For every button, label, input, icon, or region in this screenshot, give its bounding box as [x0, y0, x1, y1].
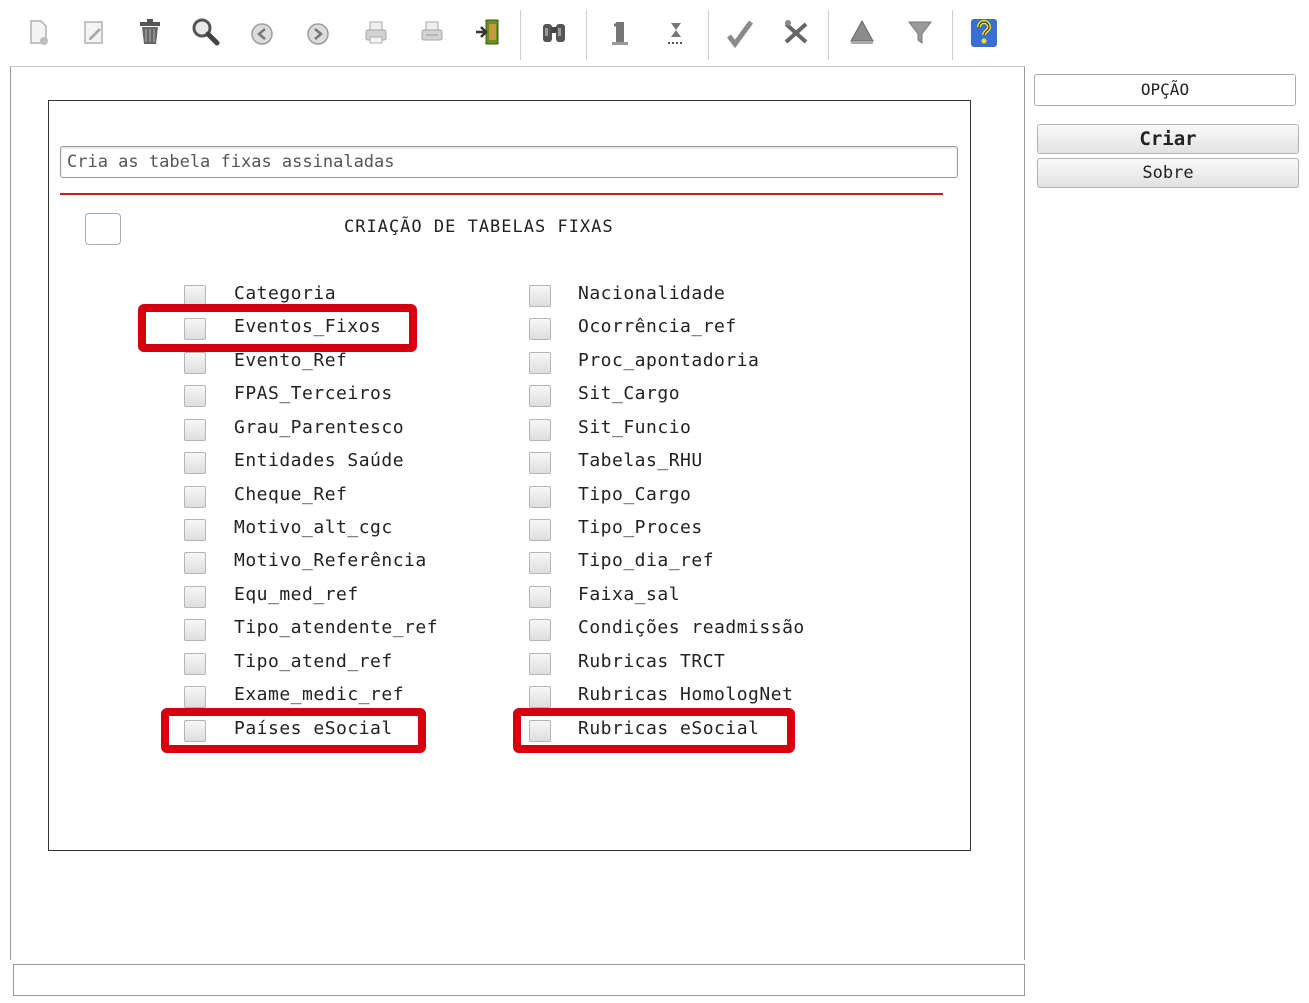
label-rubricas-homolognet: Rubricas HomologNet [578, 684, 794, 705]
label-evento-ref: Evento_Ref [234, 350, 348, 371]
new-doc-icon[interactable] [20, 14, 56, 50]
checkbox-tipo-dia-ref[interactable] [529, 552, 551, 574]
label-rubricas-trct: Rubricas TRCT [578, 651, 726, 672]
label-grau-parentesco: Grau_Parentesco [234, 417, 405, 438]
label-condicoes-readmissao: Condições readmissão [578, 617, 805, 638]
label-motivo-alt-cgc: Motivo_alt_cgc [234, 517, 393, 538]
checkbox-motivo-alt-cgc[interactable] [184, 519, 206, 541]
checkbox-exame-medic-ref[interactable] [184, 686, 206, 708]
label-faixa-sal: Faixa_sal [578, 584, 681, 605]
toolbar-separator [952, 10, 953, 60]
label-proc-apontadoria: Proc_apontadoria [578, 350, 760, 371]
label-cheque-ref: Cheque_Ref [234, 484, 348, 505]
search-icon[interactable] [188, 14, 224, 50]
checkbox-rubricas-homolognet[interactable] [529, 686, 551, 708]
checkbox-equ-med-ref[interactable] [184, 586, 206, 608]
toolbar [10, 6, 1025, 62]
next-icon[interactable] [300, 14, 336, 50]
checkbox-sit-funcio[interactable] [529, 419, 551, 441]
help-icon[interactable] [966, 14, 1002, 50]
label-tabelas-rhu: Tabelas_RHU [578, 450, 703, 471]
label-tipo-atend-ref: Tipo_atend_ref [234, 651, 393, 672]
label-sit-cargo: Sit_Cargo [578, 383, 681, 404]
label-nacionalidade: Nacionalidade [578, 283, 726, 304]
last-icon[interactable] [658, 14, 694, 50]
toolbar-separator [828, 10, 829, 60]
print-icon[interactable] [358, 14, 394, 50]
label-categoria: Categoria [234, 283, 337, 304]
checkbox-rubricas-trct[interactable] [529, 653, 551, 675]
label-motivo-referencia: Motivo_Referência [234, 550, 427, 571]
checkbox-evento-ref[interactable] [184, 352, 206, 374]
toolbar-separator [708, 10, 709, 60]
toolbar-separator [586, 10, 587, 60]
checkbox-grau-parentesco[interactable] [184, 419, 206, 441]
label-equ-med-ref: Equ_med_ref [234, 584, 359, 605]
checkbox-condicoes-readmissao[interactable] [529, 619, 551, 641]
trash-icon[interactable] [132, 14, 168, 50]
first-icon[interactable] [602, 14, 638, 50]
checkbox-entidades-saude[interactable] [184, 452, 206, 474]
status-bar [13, 964, 1025, 996]
binoculars-icon[interactable] [536, 14, 572, 50]
checkbox-nacionalidade[interactable] [529, 285, 551, 307]
label-sit-funcio: Sit_Funcio [578, 417, 692, 438]
select-all-checkbox[interactable] [85, 213, 121, 245]
checkbox-tipo-atendente-ref[interactable] [184, 619, 206, 641]
toolbar-separator [520, 10, 521, 60]
checkbox-tipo-proces[interactable] [529, 519, 551, 541]
label-exame-medic-ref: Exame_medic_ref [234, 684, 405, 705]
dialog-title: CRIAÇÃO DE TABELAS FIXAS [344, 217, 614, 237]
checkbox-tipo-cargo[interactable] [529, 486, 551, 508]
about-button[interactable]: Sobre [1037, 158, 1299, 188]
checkbox-cheque-ref[interactable] [184, 486, 206, 508]
highlight-eventos-fixos [138, 304, 417, 352]
checkbox-sit-cargo[interactable] [529, 385, 551, 407]
divider-line [60, 193, 943, 195]
label-tipo-atendente-ref: Tipo_atendente_ref [234, 617, 439, 638]
create-button[interactable]: Criar [1037, 124, 1299, 154]
tools-icon[interactable] [778, 14, 814, 50]
label-entidades-saude: Entidades Saúde [234, 450, 405, 471]
highlight-rubricas-esocial [513, 708, 795, 753]
description-field[interactable] [60, 146, 958, 178]
checkbox-proc-apontadoria[interactable] [529, 352, 551, 374]
label-fpas-terceiros: FPAS_Terceiros [234, 383, 393, 404]
up-icon[interactable] [844, 14, 880, 50]
label-tipo-dia-ref: Tipo_dia_ref [578, 550, 715, 571]
checkbox-tipo-atend-ref[interactable] [184, 653, 206, 675]
confirm-icon[interactable] [722, 14, 758, 50]
checkbox-fpas-terceiros[interactable] [184, 385, 206, 407]
exit-icon[interactable] [470, 14, 506, 50]
previous-icon[interactable] [244, 14, 280, 50]
label-tipo-cargo: Tipo_Cargo [578, 484, 692, 505]
checkbox-faixa-sal[interactable] [529, 586, 551, 608]
checkbox-motivo-referencia[interactable] [184, 552, 206, 574]
checkbox-ocorrencia-ref[interactable] [529, 318, 551, 340]
highlight-paises-esocial [161, 708, 426, 753]
label-tipo-proces: Tipo_Proces [578, 517, 703, 538]
print-preview-icon[interactable] [414, 14, 450, 50]
edit-icon[interactable] [76, 14, 112, 50]
label-ocorrencia-ref: Ocorrência_ref [578, 316, 737, 337]
checkbox-tabelas-rhu[interactable] [529, 452, 551, 474]
filter-icon[interactable] [902, 14, 938, 50]
option-label: OPÇÃO [1034, 74, 1296, 106]
